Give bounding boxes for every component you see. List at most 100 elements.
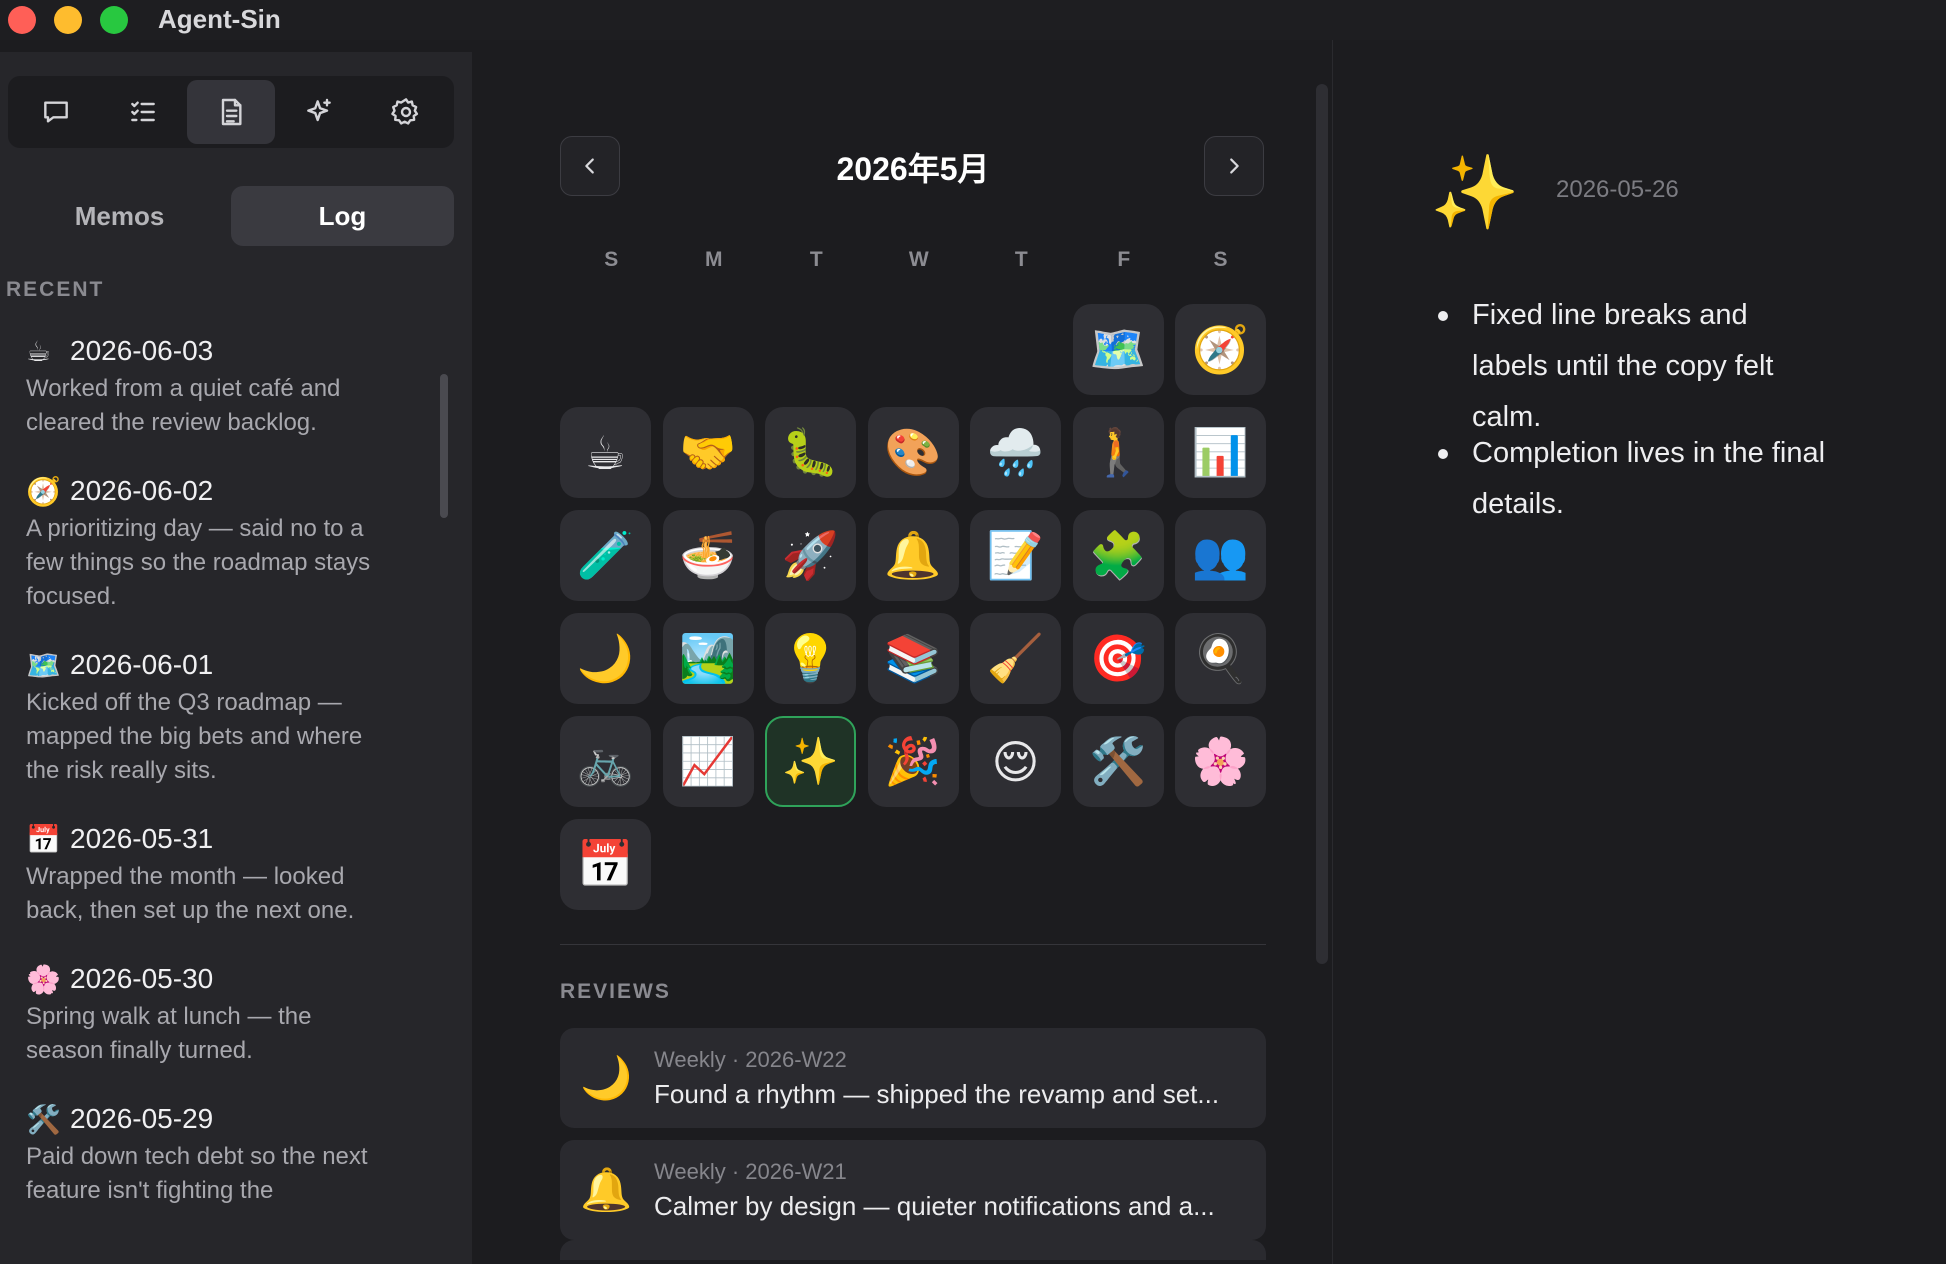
entry-emoji-icon: 🛠️ [26, 1102, 61, 1136]
minimize-window-button[interactable] [54, 6, 82, 34]
recent-entry[interactable]: 🌸 2026-05-30 Spring walk at lunch — the se… [26, 958, 386, 1068]
entry-bullet: Completion lives in the final details. [1430, 428, 1830, 530]
notes-button[interactable] [187, 80, 275, 144]
zoom-window-button[interactable] [100, 6, 128, 34]
calendar-day[interactable]: 🤝 [662, 407, 754, 498]
calendar-day[interactable]: 😌 [970, 716, 1061, 807]
review-text: Weekly · 2026-W21 Calmer by design — quie… [654, 1159, 1244, 1222]
calendar-day[interactable]: 🎉 [867, 716, 959, 807]
calendar-day[interactable]: 📝 [970, 510, 1061, 601]
recent-entry[interactable]: 🛠️ 2026-05-29 Paid down tech debt so the n… [26, 1098, 386, 1208]
sidebar-scrollbar[interactable] [440, 374, 448, 518]
entry-date: 2026-05-31 [70, 823, 214, 854]
entry-date: 2026-05-29 [70, 1103, 214, 1134]
calendar-day[interactable]: 🍜 [662, 510, 754, 601]
calendar-empty-cell [560, 304, 651, 395]
recent-list: ☕ 2026-06-03 Worked from a quiet café and … [26, 330, 386, 1264]
settings-button[interactable] [362, 80, 450, 144]
entry-emoji-icon: 📅 [26, 822, 61, 856]
entry-bullet: Fixed line breaks and labels until the c… [1430, 290, 1830, 443]
calendar-day[interactable]: 🚲 [560, 716, 651, 807]
calendar-day[interactable]: 🗺️ [1072, 304, 1164, 395]
weekday-label: M [705, 248, 723, 271]
gear-icon [391, 98, 419, 125]
recent-entry[interactable]: ☕ 2026-06-03 Worked from a quiet café and … [26, 330, 386, 440]
entry-header: 🛠️ 2026-05-29 [26, 1098, 386, 1140]
calendar-day[interactable]: 🚶 [1072, 407, 1164, 498]
calendar-day[interactable]: 🍳 [1175, 613, 1266, 704]
checklist-icon [131, 101, 156, 122]
calendar-day[interactable]: 🚀 [765, 510, 856, 601]
skills-button[interactable] [275, 80, 363, 144]
entry-summary: A prioritizing day — said no to a few th… [26, 515, 371, 610]
weekday-label: T [809, 248, 823, 271]
calendar-empty-cell [765, 304, 856, 395]
calendar-day[interactable]: 📅 [560, 819, 651, 910]
close-window-button[interactable] [8, 6, 36, 34]
recent-entry[interactable]: 🧭 2026-06-02 A prioritizing day — said no … [26, 470, 386, 614]
next-month-button[interactable] [1204, 136, 1264, 196]
calendar-scrollbar[interactable] [1316, 84, 1328, 964]
entry-emoji-icon: 🗺️ [26, 648, 61, 682]
weekday-label: S [604, 248, 619, 271]
calendar-empty-cell [663, 304, 754, 395]
chat-button[interactable] [12, 80, 100, 144]
calendar-day[interactable]: 👥 [1175, 510, 1266, 601]
chevron-right-icon [1230, 158, 1239, 174]
entry-summary: Paid down tech debt so the next feature … [26, 1143, 368, 1204]
entry-date: 2026-06-01 [70, 649, 214, 680]
calendar-day[interactable]: 🧭 [1175, 304, 1266, 395]
calendar-day[interactable]: 🧩 [1072, 510, 1164, 601]
review-card-peek[interactable] [560, 1240, 1266, 1260]
calendar-day-selected[interactable]: ✨ [765, 716, 856, 807]
calendar-day[interactable]: 💡 [765, 613, 856, 704]
calendar-day[interactable]: 🎯 [1072, 613, 1164, 704]
weekday-label: F [1117, 248, 1131, 271]
calendar-day[interactable]: 📚 [867, 613, 959, 704]
recent-entry[interactable]: 🗺️ 2026-06-01 Kicked off the Q3 roadmap — … [26, 644, 386, 788]
entry-date: 2026-06-02 [70, 475, 214, 506]
calendar-day[interactable]: 🌙 [560, 613, 651, 704]
weekday-label: W [908, 248, 929, 271]
recent-entry[interactable]: 📅 2026-05-31 Wrapped the month — looked ba… [26, 818, 386, 928]
entry-header: 🧭 2026-06-02 [26, 470, 386, 512]
entry-date: 2026-05-26 [1556, 176, 1679, 203]
review-title: Found a rhythm — shipped the revamp and … [654, 1078, 1220, 1109]
entry-date: 2026-05-30 [70, 963, 214, 994]
calendar-day[interactable]: 🔔 [867, 510, 959, 601]
review-meta: Weekly · 2026-W22 [654, 1046, 847, 1072]
entry-header: 📅 2026-05-31 [26, 818, 386, 860]
reviews-section-label: REVIEWS [560, 980, 671, 1003]
entry-summary: Spring walk at lunch — the season finall… [26, 1003, 312, 1064]
entry-header: ☕ 2026-06-03 [26, 330, 386, 372]
review-card[interactable]: 🌙 Weekly · 2026-W22 Found a rhythm — shipp… [560, 1028, 1266, 1128]
review-text: Weekly · 2026-W22 Found a rhythm — shippe… [654, 1047, 1244, 1110]
pane-divider [1332, 40, 1333, 1264]
tasks-button[interactable] [100, 80, 188, 144]
log-tab[interactable]: Log [231, 186, 454, 246]
title-bar: Agent-Sin [0, 0, 1946, 40]
entry-summary: Kicked off the Q3 roadmap — mapped the b… [26, 689, 363, 784]
calendar-day[interactable]: 🌧️ [970, 407, 1061, 498]
review-card[interactable]: 🔔 Weekly · 2026-W21 Calmer by design — qui… [560, 1140, 1266, 1240]
calendar-day[interactable]: 🧪 [560, 510, 651, 601]
calendar-day[interactable]: ☕ [560, 407, 651, 498]
calendar-day[interactable]: 🏞️ [662, 613, 754, 704]
document-icon [221, 98, 242, 126]
calendar-day[interactable]: 📈 [662, 716, 754, 807]
sidebar-toolbar [8, 76, 454, 148]
review-emoji-icon: 🌙 [580, 1053, 633, 1102]
entry-emoji-icon: ✨ [1430, 150, 1520, 234]
calendar-day[interactable]: 🐛 [765, 407, 856, 498]
calendar-day[interactable]: 🎨 [867, 407, 959, 498]
memos-tab[interactable]: Memos [8, 186, 231, 246]
recent-section-label: RECENT [6, 278, 105, 301]
calendar-day[interactable]: 📊 [1175, 407, 1266, 498]
calendar-day[interactable]: 🌸 [1175, 716, 1266, 807]
review-meta: Weekly · 2026-W21 [654, 1158, 847, 1184]
entry-header: 🌸 2026-05-30 [26, 958, 386, 1000]
calendar-day[interactable]: 🧹 [970, 613, 1061, 704]
memos-log-switch: Memos Log [8, 186, 454, 246]
entry-emoji-icon: 🌸 [26, 962, 61, 996]
calendar-day[interactable]: 🛠️ [1072, 716, 1164, 807]
